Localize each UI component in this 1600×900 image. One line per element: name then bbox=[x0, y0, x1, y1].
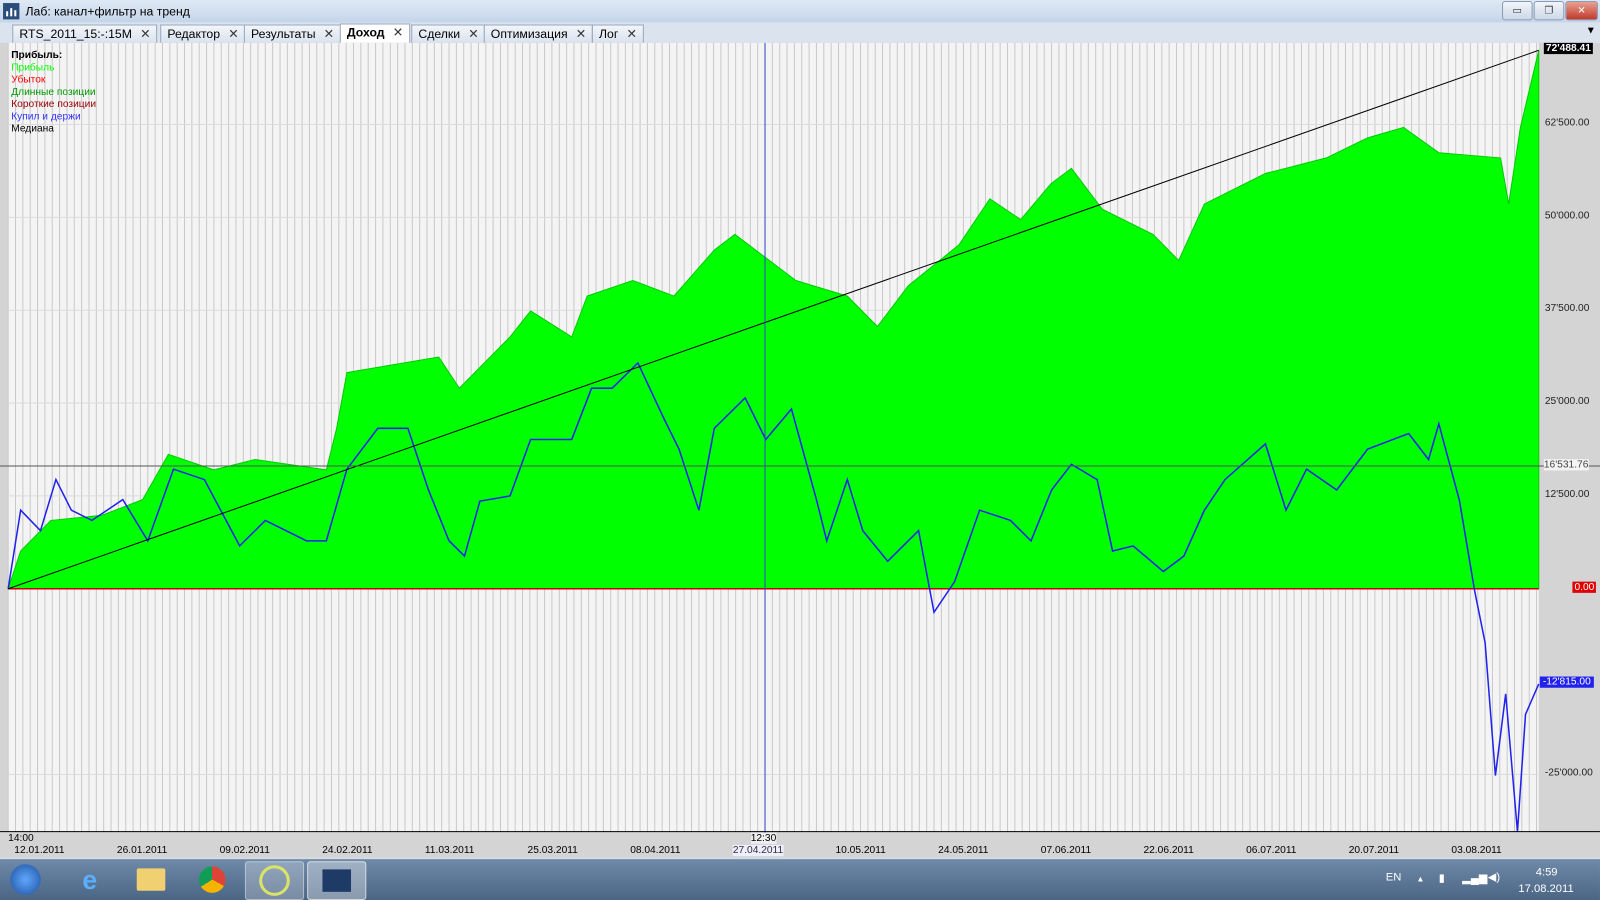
x-time-label: 14:00 bbox=[8, 832, 34, 844]
language-indicator[interactable]: EN bbox=[1386, 871, 1402, 883]
legend-title: Прибыль: bbox=[11, 49, 63, 62]
y-tick-label-zero: 0.00 bbox=[1572, 581, 1597, 593]
power-icon[interactable]: ▮ bbox=[1439, 871, 1445, 884]
y-tick-label: 12'500.00 bbox=[1544, 488, 1590, 500]
legend-buy-hold: Купил и держи bbox=[11, 111, 81, 123]
tray-expand-icon[interactable]: ▲ bbox=[1416, 874, 1424, 883]
ie-icon[interactable]: e bbox=[61, 861, 118, 898]
close-tab-icon[interactable]: ✕ bbox=[324, 27, 334, 41]
network-icon[interactable]: ▂▄▆ bbox=[1462, 871, 1487, 884]
close-tab-icon[interactable]: ✕ bbox=[393, 26, 403, 40]
tab-results[interactable]: Результаты ✕ bbox=[243, 24, 342, 43]
tab-label: Оптимизация bbox=[490, 26, 568, 41]
tab-log[interactable]: Лог ✕ bbox=[591, 24, 644, 43]
title-bar: Лаб: канал+фильтр на тренд ▭ ❐ ✕ bbox=[0, 0, 1600, 23]
income-chart[interactable]: Прибыль: Прибыль Убыток Длинные позиции … bbox=[0, 42, 1600, 858]
start-button[interactable] bbox=[0, 861, 51, 898]
windows-logo-icon bbox=[10, 864, 41, 895]
tab-menu-icon[interactable]: ▼ bbox=[1586, 26, 1596, 37]
last-buy-hold-label: -12'815.00 bbox=[1539, 676, 1594, 689]
chrome-icon[interactable] bbox=[184, 861, 241, 898]
clock-date[interactable]: 17.08.2011 bbox=[1518, 883, 1573, 895]
close-button[interactable]: ✕ bbox=[1565, 1, 1598, 21]
legend-long: Длинные позиции bbox=[11, 86, 96, 98]
x-tick-label: 22.06.2011 bbox=[1143, 844, 1194, 857]
minimize-button[interactable]: ▭ bbox=[1502, 1, 1533, 21]
x-tick-label: 07.06.2011 bbox=[1040, 844, 1092, 857]
tab-income[interactable]: Доход ✕ bbox=[339, 23, 411, 43]
tab-optimization[interactable]: Оптимизация ✕ bbox=[483, 24, 594, 43]
lab-app-icon[interactable] bbox=[307, 861, 367, 900]
close-tab-icon[interactable]: ✕ bbox=[626, 27, 636, 41]
restore-button[interactable]: ❐ bbox=[1533, 1, 1565, 21]
x-tick-label: 12.01.2011 bbox=[14, 844, 65, 857]
tab-label: Редактор bbox=[167, 26, 221, 41]
legend: Прибыль: Прибыль Убыток Длинные позиции … bbox=[11, 50, 96, 136]
tab-label: Лог bbox=[598, 26, 619, 41]
legend-profit: Прибыль bbox=[11, 62, 55, 74]
close-tab-icon[interactable]: ✕ bbox=[576, 27, 586, 41]
x-tick-label: 24.05.2011 bbox=[938, 844, 989, 857]
x-tick-label: 09.02.2011 bbox=[219, 844, 270, 857]
legend-short: Короткие позиции bbox=[11, 98, 97, 111]
y-tick-label: 50'000.00 bbox=[1544, 210, 1590, 222]
cursor-time-label: 12:30 bbox=[750, 832, 777, 844]
y-tick-label: 25'000.00 bbox=[1544, 395, 1590, 408]
x-tick-label: 24.02.2011 bbox=[322, 844, 373, 857]
app-chart-icon bbox=[3, 3, 20, 20]
y-tick-label: -25'000.00 bbox=[1544, 767, 1593, 779]
x-tick-label: 20.07.2011 bbox=[1348, 844, 1400, 857]
tab-label: Сделки bbox=[418, 26, 461, 41]
x-tick-label: 06.07.2011 bbox=[1246, 844, 1297, 857]
explorer-icon[interactable] bbox=[122, 861, 179, 898]
legend-loss: Убыток bbox=[11, 74, 46, 86]
x-tick-label: 10.05.2011 bbox=[835, 844, 886, 857]
tab-deals[interactable]: Сделки ✕ bbox=[411, 24, 486, 43]
x-tick-label: 26.01.2011 bbox=[116, 844, 168, 857]
tab-editor[interactable]: Редактор ✕ bbox=[160, 24, 246, 43]
cursor-date-label: 27.04.2011 bbox=[732, 844, 784, 857]
tab-rts[interactable]: RTS_2011_15:-:15M ✕ bbox=[12, 24, 158, 43]
tab-label: Доход bbox=[346, 25, 385, 40]
taskbar: e EN ▲ ▮ ▂▄▆ ◀) 4:59 17.08.2011 bbox=[0, 859, 1600, 900]
y-tick-label: 37'500.00 bbox=[1544, 303, 1590, 315]
x-tick-label: 25.03.2011 bbox=[527, 844, 578, 857]
last-profit-label: 72'488.41 bbox=[1543, 43, 1593, 55]
cursor-value-label: 16'531.76 bbox=[1543, 458, 1589, 471]
close-tab-icon[interactable]: ✕ bbox=[468, 27, 478, 41]
tab-label: Результаты bbox=[251, 26, 316, 41]
close-tab-icon[interactable]: ✕ bbox=[228, 27, 238, 41]
tab-bar: RTS_2011_15:-:15M ✕ Редактор ✕ Результаты ✕… bbox=[0, 22, 1600, 43]
chart-svg bbox=[0, 42, 1600, 842]
window-title: Лаб: канал+фильтр на тренд bbox=[25, 4, 190, 19]
x-tick-label: 11.03.2011 bbox=[424, 844, 475, 857]
y-tick-label: 62'500.00 bbox=[1544, 117, 1590, 129]
close-tab-icon[interactable]: ✕ bbox=[140, 27, 150, 41]
legend-median: Медиана bbox=[11, 123, 54, 135]
tab-label: RTS_2011_15:-:15M bbox=[19, 26, 132, 41]
volume-icon[interactable]: ◀) bbox=[1488, 870, 1500, 883]
clock-time[interactable]: 4:59 bbox=[1536, 866, 1558, 878]
x-tick-label: 08.04.2011 bbox=[630, 844, 681, 857]
x-tick-label: 03.08.2011 bbox=[1451, 844, 1502, 857]
trading-app-icon[interactable] bbox=[244, 861, 305, 900]
